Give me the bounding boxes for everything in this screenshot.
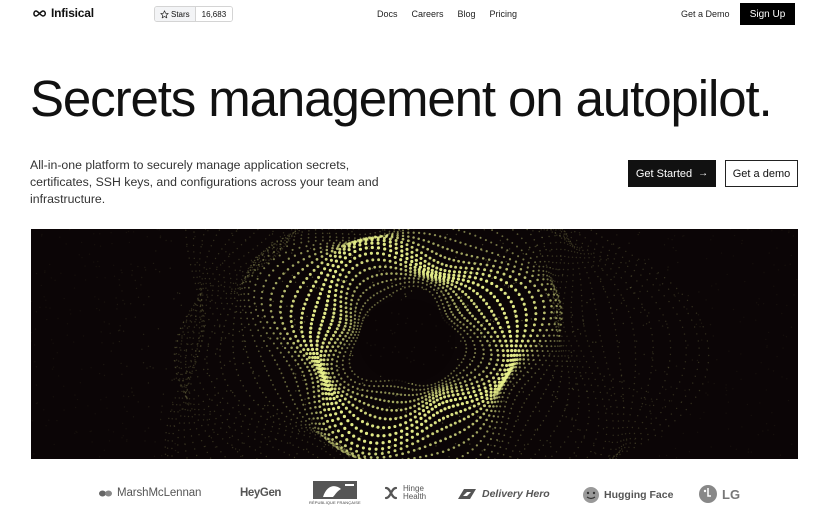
particle-vortex-graphic — [31, 229, 798, 459]
brand-logo[interactable]: Infisical — [32, 6, 94, 20]
customer-logo-hinge-health: Hinge Health — [383, 485, 429, 501]
customer-name: RÉPUBLIQUE FRANÇAISE — [309, 500, 361, 505]
customer-name: Hugging Face — [604, 489, 674, 501]
arrow-right-icon: → — [698, 168, 709, 179]
customer-name: Delivery Hero — [482, 488, 550, 500]
customer-logo-delivery-hero: Delivery Hero — [456, 487, 550, 501]
get-a-demo-button[interactable]: Get a demo — [725, 160, 798, 187]
nav-link-pricing[interactable]: Pricing — [490, 9, 518, 19]
customer-name: HeyGen — [240, 487, 282, 499]
sign-up-button[interactable]: Sign Up — [740, 3, 795, 25]
hero-visual — [31, 229, 798, 459]
get-started-label: Get Started — [635, 167, 693, 180]
customer-logo-marsh-mclennan: MarshMcLennan — [98, 487, 201, 499]
star-icon — [160, 9, 169, 18]
github-stars-widget[interactable]: Stars 16,683 — [154, 6, 234, 22]
customer-name: MarshMcLennan — [117, 487, 202, 499]
customer-logos: MarshMcLennan HeyGen RÉPUBLIQUE FRANÇAIS… — [0, 478, 828, 512]
customer-name: LG — [722, 486, 741, 502]
customer-logo-hugging-face: Hugging Face — [582, 486, 673, 504]
delivery-hero-logo — [458, 489, 476, 499]
lg-logo — [699, 485, 717, 503]
customer-logo-french-republic: RÉPUBLIQUE FRANÇAISE — [309, 481, 361, 505]
french-republic-logo — [312, 481, 357, 499]
customer-logo-lg: LG — [698, 484, 740, 504]
hugging-face-logo — [583, 487, 599, 503]
nav-link-docs[interactable]: Docs — [377, 9, 398, 19]
marsh-mclennan-logo — [99, 490, 112, 496]
hinge-health-logo — [384, 486, 398, 500]
github-stars-button[interactable]: Stars — [155, 7, 196, 21]
hero-headline: Secrets management on autopilot. — [30, 70, 773, 127]
hero-subtitle: All-in-one platform to securely manage a… — [30, 158, 379, 206]
top-navbar: Infisical Stars 16,683 Docs Careers Blog… — [0, 0, 828, 28]
brand-name: Infisical — [51, 6, 94, 20]
nav-link-careers[interactable]: Careers — [412, 9, 444, 19]
infinity-icon — [33, 9, 46, 17]
github-stars-count[interactable]: 16,683 — [195, 7, 233, 21]
github-stars-label: Stars — [171, 9, 190, 19]
customer-name: Hinge Health — [403, 484, 427, 501]
get-started-button[interactable]: Get Started → — [628, 160, 716, 187]
nav-links: Docs Careers Blog Pricing — [377, 9, 517, 19]
nav-link-blog[interactable]: Blog — [458, 9, 476, 19]
customer-logo-heygen: HeyGen — [236, 487, 281, 499]
get-a-demo-link[interactable]: Get a Demo — [681, 9, 730, 19]
